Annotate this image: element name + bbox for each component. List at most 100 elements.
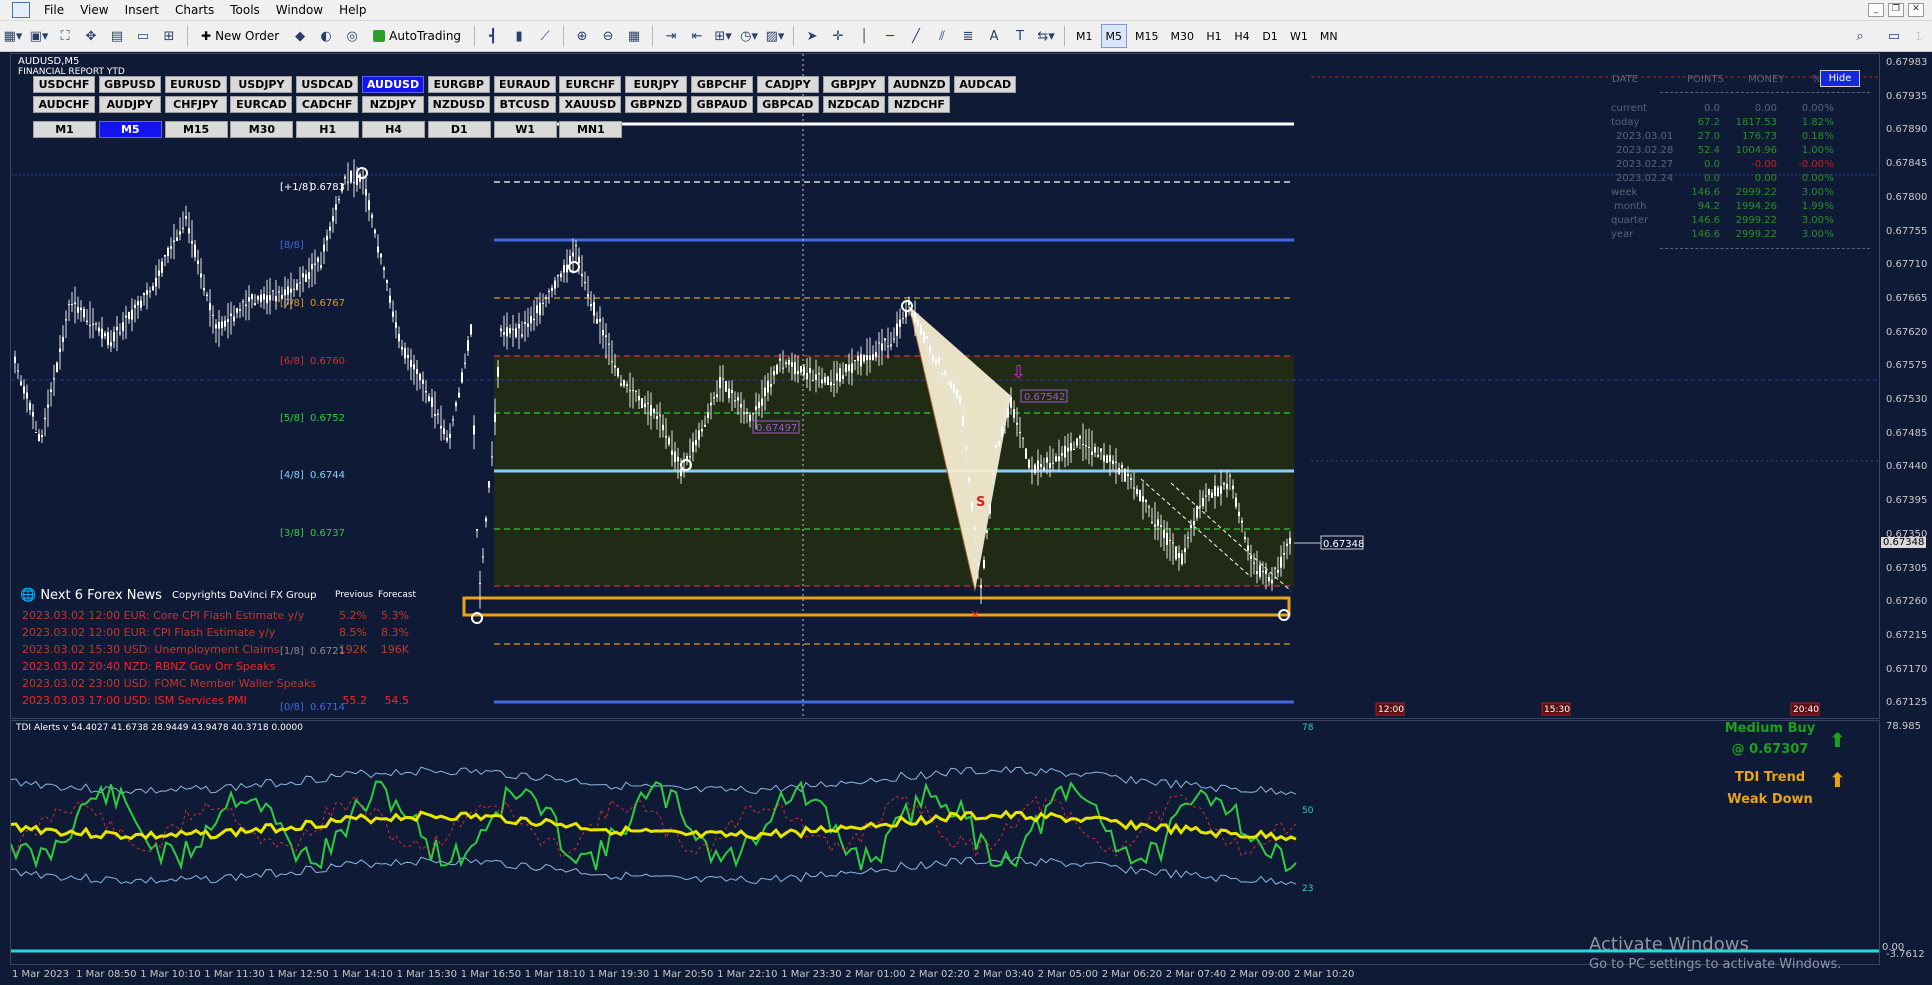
menu-view[interactable]: View (72, 3, 116, 17)
new-chart-icon[interactable]: ▦▾ (2, 25, 24, 47)
timeframe-mn[interactable]: MN (1316, 25, 1342, 47)
market-watch-icon[interactable]: ⛶ (54, 25, 76, 47)
tf-button-h4[interactable]: H4 (362, 121, 425, 138)
pair-button-gbpchf[interactable]: GBPCHF (691, 76, 753, 93)
periods-icon[interactable]: ◷▾ (738, 25, 760, 47)
pair-button-gbpnzd[interactable]: GBPNZD (625, 96, 688, 113)
pair-button-audusd[interactable]: AUDUSD (362, 76, 424, 93)
pair-button-usdcad[interactable]: USDCAD (296, 76, 359, 93)
timeframe-h4[interactable]: H4 (1230, 25, 1254, 47)
pair-button-eurjpy[interactable]: EURJPY (625, 76, 688, 93)
hide-report-button[interactable]: Hide (1820, 70, 1860, 87)
pair-button-eurchf[interactable]: EURCHF (559, 76, 622, 93)
menu-file[interactable]: File (36, 3, 72, 17)
pair-button-nzdcad[interactable]: NZDCAD (822, 96, 885, 113)
pair-button-audjpy[interactable]: AUDJPY (98, 96, 161, 113)
cursor-icon[interactable]: ➤ (801, 25, 823, 47)
pair-button-euraud[interactable]: EURAUD (493, 76, 556, 93)
pair-button-usdjpy[interactable]: USDJPY (230, 76, 293, 93)
pair-button-audcad[interactable]: AUDCAD (954, 76, 1017, 93)
pair-button-audchf[interactable]: AUDCHF (33, 96, 95, 113)
pair-button-chfjpy[interactable]: CHFJPY (164, 96, 227, 113)
signals-icon[interactable]: ◐ (315, 25, 337, 47)
pair-button-eurcad[interactable]: EURCAD (230, 96, 293, 113)
restore-button[interactable]: ❐ (1888, 3, 1904, 17)
timeframe-m1[interactable]: M1 (1072, 25, 1097, 47)
navigator-icon[interactable]: ✥ (80, 25, 102, 47)
tf-button-mn1[interactable]: MN1 (559, 121, 623, 138)
zoom-out-icon[interactable]: ⊖ (597, 25, 619, 47)
tf-button-m5[interactable]: M5 (98, 121, 162, 138)
notification-badge[interactable]: 1 (1915, 30, 1922, 43)
tf-button-d1[interactable]: D1 (427, 121, 491, 138)
equidistant-channel-icon[interactable]: ⫽ (931, 25, 953, 47)
pair-button-nzdchf[interactable]: NZDCHF (888, 96, 951, 113)
close-button[interactable]: ✕ (1908, 3, 1924, 17)
pair-button-eurgbp[interactable]: EURGBP (427, 76, 490, 93)
price-scale[interactable]: 0.67983 0.67935 0.67890 0.67845 0.67800 0.677… (1880, 53, 1932, 719)
candle-body (1268, 576, 1270, 582)
menu-charts[interactable]: Charts (167, 3, 222, 17)
strategy-tester-icon[interactable]: ⊞ (158, 25, 180, 47)
text-icon[interactable]: A (983, 25, 1005, 47)
indicator-scale[interactable]: 78.985 -3.7612 0.00 (1880, 720, 1932, 965)
data-window-icon[interactable]: ▤ (106, 25, 128, 47)
timeframe-m5[interactable]: M5 (1100, 24, 1128, 48)
menu-insert[interactable]: Insert (117, 3, 167, 17)
timeframe-h1[interactable]: H1 (1202, 25, 1226, 47)
horizontal-line-icon[interactable]: ─ (879, 25, 901, 47)
zoom-in-icon[interactable]: ⊕ (571, 25, 593, 47)
tf-button-w1[interactable]: W1 (493, 121, 557, 138)
pair-button-eurusd[interactable]: EURUSD (164, 76, 227, 93)
pair-button-nzdusd[interactable]: NZDUSD (427, 96, 490, 113)
community-icon[interactable]: ◎ (341, 25, 363, 47)
pair-button-audnzd[interactable]: AUDNZD (888, 76, 951, 93)
fibonacci-icon[interactable]: ≣ (957, 25, 979, 47)
line-chart-icon[interactable]: ⟋ (534, 25, 556, 47)
pair-button-btcusd[interactable]: BTCUSD (493, 96, 556, 113)
candle-body (788, 360, 790, 365)
text-label-icon[interactable]: T (1009, 25, 1031, 47)
arrows-icon[interactable]: ⇆▾ (1035, 25, 1057, 47)
autoscroll-icon[interactable]: ⇥ (660, 25, 682, 47)
vertical-line-icon[interactable]: │ (853, 25, 875, 47)
tf-button-m30[interactable]: M30 (230, 121, 294, 138)
menu-help[interactable]: Help (331, 3, 374, 17)
pair-button-cadjpy[interactable]: CADJPY (756, 76, 819, 93)
autotrading-button[interactable]: AutoTrading (367, 25, 467, 47)
minimize-button[interactable]: _ (1868, 3, 1884, 17)
chat-icon[interactable]: ▭ (1883, 25, 1905, 47)
menu-tools[interactable]: Tools (222, 3, 268, 17)
chart-shift-icon[interactable]: ⇤ (686, 25, 708, 47)
bar-chart-icon[interactable]: ┫ (482, 25, 504, 47)
tf-button-h1[interactable]: H1 (296, 121, 360, 138)
indicators-icon[interactable]: ⊞▾ (712, 25, 734, 47)
pair-button-nzdjpy[interactable]: NZDJPY (362, 96, 424, 113)
menu-window[interactable]: Window (268, 3, 331, 17)
pair-button-gbpusd[interactable]: GBPUSD (98, 76, 161, 93)
timeframe-m30[interactable]: M30 (1167, 25, 1199, 47)
tf-button-m1[interactable]: M1 (33, 121, 96, 138)
new-order-button[interactable]: ✚ New Order (195, 25, 285, 47)
pair-button-cadchf[interactable]: CADCHF (296, 96, 359, 113)
tdi-indicator-window[interactable] (10, 720, 1880, 965)
pair-button-xauusd[interactable]: XAUUSD (559, 96, 622, 113)
timeframe-w1[interactable]: W1 (1286, 25, 1312, 47)
tile-windows-icon[interactable]: ▦ (623, 25, 645, 47)
timeframe-d1[interactable]: D1 (1258, 25, 1282, 47)
templates-icon[interactable]: ▨▾ (764, 25, 786, 47)
terminal-icon[interactable]: ▭ (132, 25, 154, 47)
candle-body (965, 447, 967, 450)
pair-button-gbpcad[interactable]: GBPCAD (756, 96, 819, 113)
pair-button-usdchf[interactable]: USDCHF (33, 76, 95, 93)
trendline-icon[interactable]: ╱ (905, 25, 927, 47)
crosshair-icon[interactable]: ✛ (827, 25, 849, 47)
metaeditor-icon[interactable]: ◆ (289, 25, 311, 47)
pair-button-gbpaud[interactable]: GBPAUD (691, 96, 753, 113)
candlestick-icon[interactable]: ▮ (508, 25, 530, 47)
pair-button-gbpjpy[interactable]: GBPJPY (822, 76, 885, 93)
profiles-icon[interactable]: ▣▾ (28, 25, 50, 47)
search-icon[interactable]: ⌕ (1849, 25, 1871, 47)
tf-button-m15[interactable]: M15 (164, 121, 228, 138)
timeframe-m15[interactable]: M15 (1131, 25, 1163, 47)
